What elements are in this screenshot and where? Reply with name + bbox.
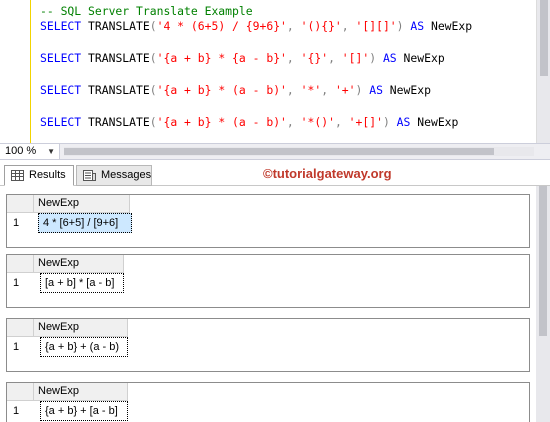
code-token: ): [382, 115, 390, 129]
code-token: ,: [286, 115, 301, 129]
code-token: SELECT: [40, 83, 82, 97]
code-token: '[]': [341, 51, 370, 65]
tab-results-label: Results: [29, 169, 66, 181]
results-vertical-scrollbar[interactable]: [536, 186, 550, 422]
tab-messages-label: Messages: [101, 169, 152, 181]
sql-editor[interactable]: -- SQL Server Translate Example SELECT T…: [0, 0, 550, 143]
code-token: AS: [369, 83, 383, 97]
grid-icon: [11, 170, 24, 181]
code-token: '{}': [300, 51, 329, 65]
code-token: '*': [300, 83, 322, 97]
code-line-3[interactable]: SELECT TRANSLATE('{a + b} * {a - b}', '{…: [40, 51, 445, 65]
code-token: ,: [286, 83, 301, 97]
result-cell[interactable]: {a + b} + (a - b): [40, 337, 128, 357]
column-header[interactable]: NewExp: [34, 383, 128, 401]
grid-corner: [7, 195, 34, 213]
result-cell[interactable]: [a + b] * [a - b]: [40, 273, 124, 293]
code-token: '[][]': [355, 19, 397, 33]
column-header[interactable]: NewExp: [34, 319, 128, 337]
column-header[interactable]: NewExp: [34, 195, 130, 213]
code-line-5[interactable]: SELECT TRANSLATE('{a + b} * (a - b)', '*…: [40, 115, 458, 129]
code-token: '{a + b} * (a - b)': [156, 115, 287, 129]
code-line-1[interactable]: -- SQL Server Translate Example: [40, 4, 253, 18]
code-token: '{a + b} * (a - b)': [156, 83, 287, 97]
results-pane: Results Messages ©tutorialgateway.org Ne…: [0, 160, 550, 422]
code-token: '{a + b} * {a - b}': [156, 51, 287, 65]
chevron-down-icon: ▼: [47, 147, 55, 156]
editor-margin-marker: [30, 0, 31, 143]
code-token: ): [396, 19, 404, 33]
zoom-bar: 100 % ▼: [0, 143, 550, 160]
result-grid-3: NewExp 1 {a + b} + (a - b): [6, 318, 530, 372]
code-token: TRANSLATE: [88, 51, 150, 65]
code-token: '*()': [300, 115, 335, 129]
code-token: TRANSLATE: [88, 19, 150, 33]
tab-results[interactable]: Results: [4, 165, 74, 186]
result-grid-2: NewExp 1 [a + b] * [a - b]: [6, 254, 530, 308]
code-token: SELECT: [40, 51, 82, 65]
zoom-dropdown[interactable]: 100 % ▼: [0, 144, 60, 159]
zoom-value: 100 %: [5, 145, 37, 157]
grid-corner: [7, 383, 34, 401]
grid-corner: [7, 255, 34, 273]
code-line-2[interactable]: SELECT TRANSLATE('4 * (6+5) / {9+6}', '(…: [40, 19, 472, 33]
code-token: NewExp: [396, 51, 445, 65]
code-token: SELECT: [40, 115, 82, 129]
code-token: AS: [382, 51, 397, 65]
messages-icon: [83, 170, 96, 181]
code-token: ,: [328, 51, 342, 65]
tab-messages[interactable]: Messages: [76, 165, 152, 186]
code-token: AS: [396, 115, 411, 129]
code-token: '4 * (6+5) / {9+6}': [156, 19, 287, 33]
results-tabstrip: Results Messages ©tutorialgateway.org: [0, 160, 550, 186]
code-token: ,: [334, 115, 349, 129]
code-token: AS: [410, 19, 425, 33]
code-token: '+[]': [348, 115, 383, 129]
horizontal-scroll-thumb[interactable]: [64, 148, 494, 155]
code-token: ,: [341, 19, 356, 33]
code-token: NewExp: [382, 83, 431, 97]
result-cell[interactable]: {a + b} + [a - b]: [40, 401, 128, 421]
result-grid-4: NewExp 1 {a + b} + [a - b]: [6, 382, 530, 422]
row-number: 1: [13, 405, 20, 417]
result-grid-1: NewExp 1 4 * [6+5] / [9+6]: [6, 194, 530, 248]
code-token: SELECT: [40, 19, 82, 33]
row-number: 1: [13, 217, 20, 229]
code-token: TRANSLATE: [88, 115, 150, 129]
code-token: -- SQL Server Translate Example: [40, 4, 253, 18]
grid-corner: [7, 319, 34, 337]
code-token: '(){}': [300, 19, 342, 33]
code-token: ,: [321, 83, 335, 97]
editor-scroll-thumb[interactable]: [540, 0, 548, 76]
code-token: ,: [286, 51, 301, 65]
code-token: '+': [334, 83, 356, 97]
result-cell[interactable]: 4 * [6+5] / [9+6]: [38, 213, 132, 233]
code-token: (: [149, 19, 157, 33]
code-token: (: [149, 115, 157, 129]
code-token: ,: [286, 19, 301, 33]
results-scroll-thumb[interactable]: [539, 186, 547, 336]
row-number: 1: [13, 341, 20, 353]
editor-vertical-scrollbar[interactable]: [536, 0, 550, 143]
code-line-4[interactable]: SELECT TRANSLATE('{a + b} * (a - b)', '*…: [40, 83, 431, 97]
watermark-text: ©tutorialgateway.org: [263, 166, 392, 181]
code-token: NewExp: [424, 19, 473, 33]
code-token: (: [149, 51, 157, 65]
code-token: TRANSLATE: [88, 83, 150, 97]
editor-horizontal-scrollbar[interactable]: [64, 147, 534, 156]
code-token: (: [149, 83, 157, 97]
code-token: NewExp: [410, 115, 459, 129]
column-header[interactable]: NewExp: [34, 255, 124, 273]
row-number: 1: [13, 277, 20, 289]
